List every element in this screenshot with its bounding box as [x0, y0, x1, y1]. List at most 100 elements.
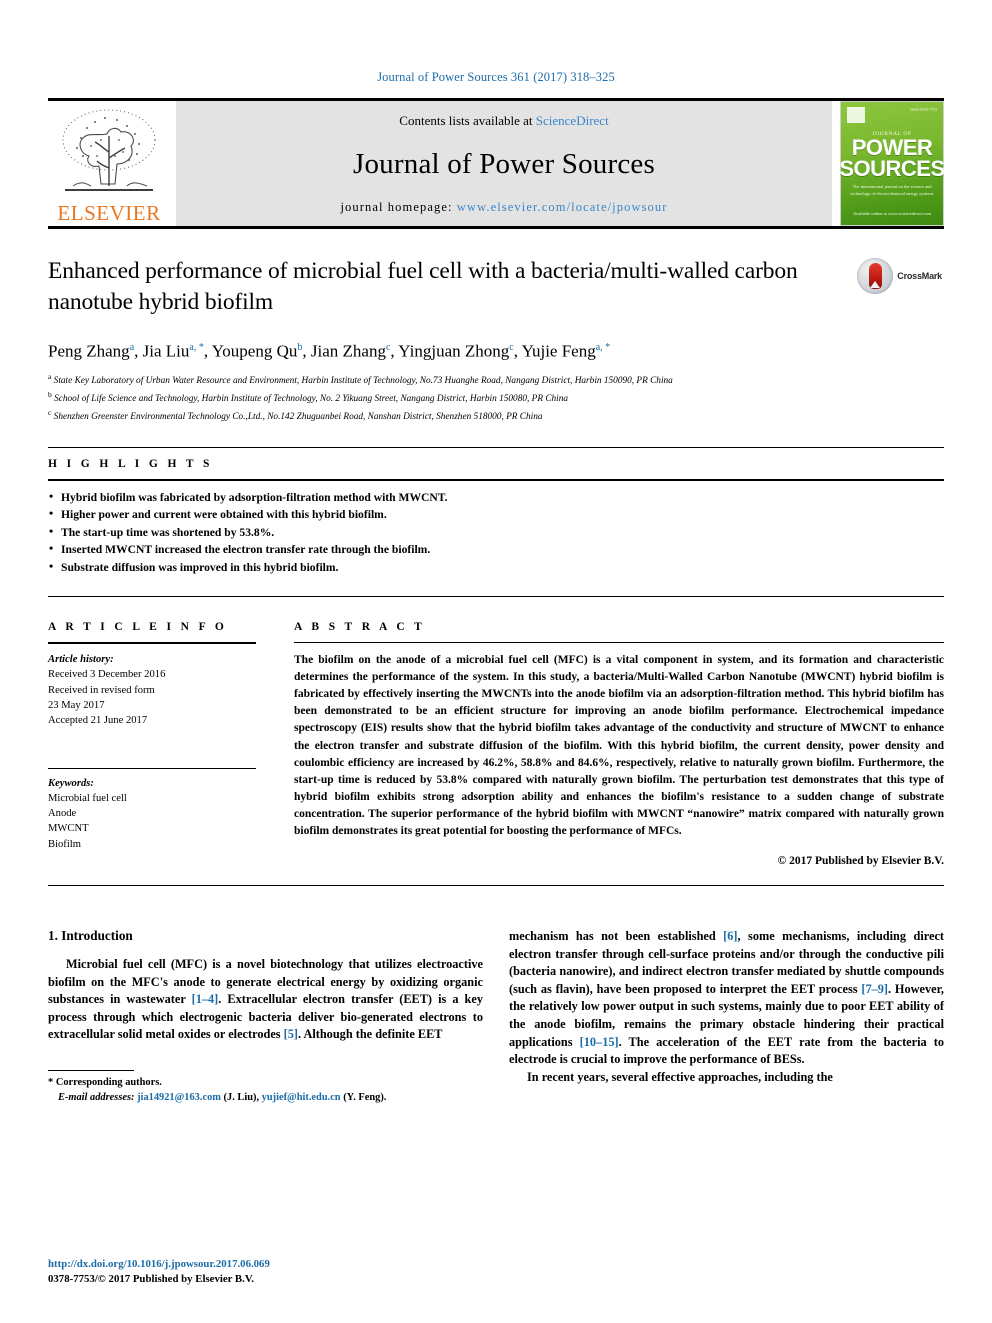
affiliation-mark: c: [48, 408, 52, 418]
crossmark-badge-group[interactable]: CrossMark: [857, 258, 942, 294]
highlights-top-rule: [48, 446, 944, 448]
cover-description: The international journal on the science…: [850, 184, 934, 196]
affiliation-item: c Shenzhen Greenster Environmental Techn…: [48, 406, 824, 424]
author-name: Yingjuan Zhong: [398, 341, 510, 361]
crossmark-label: CrossMark: [897, 271, 942, 281]
sciencedirect-link[interactable]: ScienceDirect: [536, 113, 609, 128]
running-head: Journal of Power Sources 361 (2017) 318–…: [377, 70, 615, 84]
journal-cover-image: ISSN 0378-7753 JOURNAL OF POWER SOURCES …: [839, 101, 945, 226]
affiliation-list: a State Key Laboratory of Urban Water Re…: [48, 370, 824, 425]
keyword-item: Biofilm: [48, 838, 81, 850]
email-link-1[interactable]: jia14921@163.com: [137, 1092, 221, 1103]
cover-title-line2: SOURCES: [839, 156, 945, 181]
abstract-column: A B S T R A C T The biofilm on the anode…: [282, 621, 944, 867]
affiliation-text: Shenzhen Greenster Environmental Technol…: [53, 412, 543, 423]
email-label: E-mail addresses:: [58, 1091, 135, 1103]
affiliation-text: State Key Laboratory of Urban Water Reso…: [53, 375, 673, 386]
history-line: Accepted 21 June 2017: [48, 715, 148, 727]
doi-link[interactable]: http://dx.doi.org/10.1016/j.jpowsour.201…: [48, 1257, 270, 1272]
article-page: Journal of Power Sources 361 (2017) 318–…: [0, 0, 992, 1323]
contents-prefix: Contents lists available at: [399, 113, 533, 128]
paragraph-text: . Although the definite EET: [297, 1027, 443, 1042]
author-name: Peng Zhang: [48, 341, 130, 361]
footnote-text: * Corresponding authors. E-mail addresse…: [48, 1076, 483, 1105]
citation-ref[interactable]: [6]: [723, 929, 737, 943]
affiliation-mark: b: [48, 389, 52, 399]
issn-copyright-line: 0378-7753/© 2017 Published by Elsevier B…: [48, 1273, 254, 1285]
elsevier-wordmark: ELSEVIER: [57, 201, 161, 225]
cover-elsevier-mark-icon: [847, 107, 865, 123]
author-name: Yujie Feng: [521, 341, 596, 361]
journal-homepage-line: journal homepage: www.elsevier.com/locat…: [340, 200, 667, 215]
author-name: Youpeng Qu: [211, 341, 298, 361]
abstract-rule: [294, 642, 944, 644]
section-heading-introduction: 1. Introduction: [48, 928, 133, 944]
body-column-right: mechanism has not been established [6], …: [509, 928, 944, 1105]
cover-header-row: ISSN 0378-7753: [841, 102, 943, 123]
history-line: Received in revised form: [48, 684, 155, 696]
abstract-heading: A B S T R A C T: [294, 621, 426, 634]
highlights-section: H I G H L I G H T S Hybrid biofilm was f…: [48, 446, 944, 577]
abstract-copyright: © 2017 Published by Elsevier B.V.: [777, 855, 944, 868]
corresponding-mark: *: [48, 1077, 54, 1089]
list-item: Higher power and current were obtained w…: [48, 505, 944, 524]
list-item: The start-up time was shortened by 53.8%…: [48, 523, 944, 542]
affiliation-item: b School of Life Science and Technology,…: [48, 388, 824, 406]
contents-available-line: Contents lists available at ScienceDirec…: [399, 113, 608, 129]
homepage-prefix: journal homepage:: [340, 200, 453, 214]
highlights-list: Hybrid biofilm was fabricated by adsorpt…: [48, 488, 944, 577]
body-columns: 1. Introduction Microbial fuel cell (MFC…: [48, 928, 944, 1105]
cover-issn-text: ISSN 0378-7753: [909, 107, 937, 112]
abstract-bottom-rule: [48, 885, 944, 887]
highlights-bottom-rule: [48, 596, 944, 598]
info-abstract-row: A R T I C L E I N F O Article history: R…: [48, 621, 944, 867]
affiliation-mark: a: [48, 371, 52, 381]
affiliation-text: School of Life Science and Technology, H…: [54, 394, 569, 405]
citation-ref[interactable]: [5]: [284, 1027, 298, 1041]
author-sup: c: [385, 342, 391, 353]
citation-ref[interactable]: [10–15]: [580, 1035, 619, 1049]
affiliation-item: a State Key Laboratory of Urban Water Re…: [48, 370, 824, 388]
history-line: Received 3 December 2016: [48, 669, 166, 681]
keywords-block: Keywords: Microbial fuel cell Anode MWCN…: [48, 759, 256, 852]
email-owner-1: (J. Liu),: [220, 1091, 262, 1103]
keyword-item: Anode: [48, 808, 77, 820]
journal-homepage-link[interactable]: www.elsevier.com/locate/jpowsour: [457, 200, 668, 214]
list-item: Inserted MWCNT increased the electron tr…: [48, 540, 944, 559]
title-block: CrossMark Enhanced performance of microb…: [48, 256, 944, 425]
article-info-column: A R T I C L E I N F O Article history: R…: [48, 621, 282, 867]
cover-footer: Available online at www.sciencedirect.co…: [853, 210, 931, 216]
corresponding-label: Corresponding authors.: [55, 1077, 162, 1089]
paragraph-text: mechanism has not been established: [509, 929, 724, 944]
history-line: 23 May 2017: [48, 699, 105, 711]
keywords-rule: [48, 767, 256, 769]
citation-ref[interactable]: [1–4]: [192, 992, 219, 1006]
paragraph: In recent years, several effective appro…: [527, 1069, 833, 1084]
keyword-item: Microbial fuel cell: [48, 792, 127, 804]
author-sup: b: [297, 342, 303, 353]
journal-band: Contents lists available at ScienceDirec…: [176, 101, 832, 226]
highlights-mid-rule: [48, 478, 944, 481]
citation-ref[interactable]: [7–9]: [861, 982, 888, 996]
masthead-bottom-rule: [48, 226, 944, 229]
article-history-label: Article history:: [48, 654, 114, 666]
author-sup: a: [129, 342, 135, 353]
elsevier-tree-icon: [62, 109, 156, 191]
article-history-block: Article history: Received 3 December 201…: [48, 652, 256, 728]
keywords-label: Keywords:: [48, 777, 94, 789]
journal-title: Journal of Power Sources: [353, 148, 655, 180]
corresponding-author-footnote: * Corresponding authors. E-mail addresse…: [48, 1070, 483, 1105]
author-sup: c: [509, 342, 514, 353]
crossmark-icon: [857, 258, 894, 294]
email-link-2[interactable]: yujief@hit.edu.cn: [262, 1092, 341, 1103]
body-column-left: 1. Introduction Microbial fuel cell (MFC…: [48, 928, 483, 1105]
cover-title-line1: POWER: [851, 135, 933, 160]
author-list: Peng Zhanga, Jia Liua, *, Youpeng Qub, J…: [48, 341, 611, 361]
author-sup: a, *: [595, 342, 611, 353]
article-info-heading: A R T I C L E I N F O: [48, 621, 228, 634]
journal-masthead: ELSEVIER Contents lists available at Sci…: [48, 98, 945, 226]
elsevier-logo: ELSEVIER: [48, 101, 170, 226]
email-owner-2: (Y. Feng).: [340, 1091, 387, 1103]
doi-footer: http://dx.doi.org/10.1016/j.jpowsour.201…: [48, 1257, 270, 1287]
keyword-item: MWCNT: [48, 823, 89, 835]
